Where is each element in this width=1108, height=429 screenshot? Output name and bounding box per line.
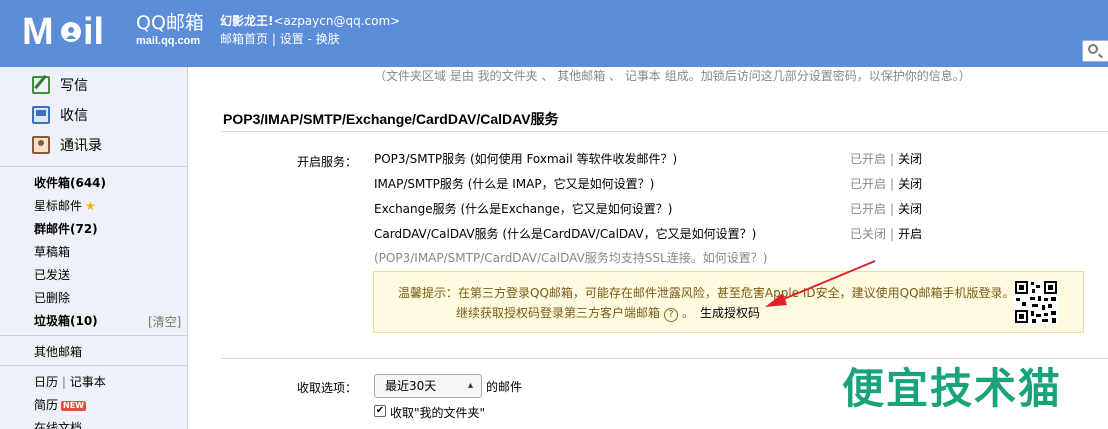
receive-my-folders-label: 收取"我的文件夹": [390, 406, 486, 420]
calendar-notes-row: 日历 | 记事本: [34, 374, 106, 390]
divider: -: [307, 32, 316, 46]
service-status: 已关闭: [850, 227, 887, 241]
qq-mail-logo[interactable]: M il: [22, 10, 132, 53]
divider: [221, 131, 1108, 132]
security-warning: 温馨提示：在第三方登录QQ邮箱，可能存在邮件泄露风险，甚至危害Apple ID安…: [373, 271, 1084, 333]
divider: |: [890, 202, 895, 216]
service-status: 已开启: [850, 152, 887, 166]
settings-main: （文件夹区域 是由 我的文件夹 、 其他邮箱 、 记事本 组成。加锁后访问这几部…: [189, 67, 1108, 429]
receive-suffix: 的邮件: [486, 380, 523, 394]
warning-text: 温馨提示：在第三方登录QQ邮箱，可能存在邮件泄露风险，甚至危害Apple ID安…: [398, 286, 1015, 300]
compose-icon: [32, 76, 50, 94]
close-exchange-button[interactable]: 关闭: [898, 202, 922, 216]
link-skin[interactable]: 换肤: [316, 32, 340, 46]
compose-label: 写信: [60, 78, 88, 94]
receive-label: 收信: [60, 108, 88, 124]
star-icon: ★: [85, 199, 96, 213]
brand: QQ邮箱 mail.qq.com: [136, 12, 204, 48]
receive-my-folders-checkbox[interactable]: ✔: [374, 405, 386, 417]
service-pop3[interactable]: POP3/SMTP服务 (如何使用 Foxmail 等软件收发邮件？): [374, 150, 677, 167]
compose-button[interactable]: 写信: [32, 73, 88, 97]
folder-deleted[interactable]: 已删除: [34, 290, 70, 306]
notes-link[interactable]: 记事本: [70, 375, 106, 389]
folder-lock-note: （文件夹区域 是由 我的文件夹 、 其他邮箱 、 记事本 组成。加锁后访问这几部…: [374, 69, 971, 83]
receive-range-value: 最近30天: [385, 379, 437, 393]
brand-name: QQ邮箱: [136, 12, 204, 34]
divider: |: [271, 32, 280, 46]
user-info: 幻影龙王!<azpaycn@qq.com> 邮箱首页 | 设置 - 换肤: [220, 12, 400, 48]
folder-starred[interactable]: 星标邮件 ★: [34, 198, 96, 214]
svg-text:M: M: [22, 11, 54, 50]
warning-action-row: 继续获取授权码登录第三方客户端邮箱?。生成授权码: [456, 306, 761, 322]
receive-option-label: 收取选项：: [297, 381, 358, 395]
service-imap[interactable]: IMAP/SMTP服务 (什么是 IMAP，它又是如何设置？): [374, 175, 654, 192]
folder-starred-label: 星标邮件: [34, 199, 83, 213]
new-badge: NEW: [61, 400, 86, 411]
receive-button[interactable]: 收信: [32, 103, 88, 127]
brand-domain: mail.qq.com: [136, 35, 201, 47]
folder-sent[interactable]: 已发送: [34, 267, 70, 283]
folder-inbox[interactable]: 收件箱(644): [34, 175, 106, 191]
divider: |: [61, 375, 70, 389]
calendar-link[interactable]: 日历: [34, 375, 58, 389]
receive-range-select[interactable]: 最近30天 ▴: [374, 374, 482, 398]
service-carddav[interactable]: CardDAV/CalDAV服务 (什么是CardDAV/CalDAV，它又是如…: [374, 225, 756, 242]
folder-group[interactable]: 群邮件(72): [34, 221, 98, 237]
service-exchange-status: 已开启 | 关闭: [850, 200, 922, 217]
qr-code-icon: [1014, 280, 1058, 324]
search-box[interactable]: [1082, 40, 1108, 62]
resume-link[interactable]: 简历 NEW: [34, 397, 86, 413]
search-icon[interactable]: [1088, 44, 1098, 54]
select-arrows-icon: ▴: [467, 380, 473, 391]
receive-icon: [32, 106, 50, 124]
service-status: 已开启: [850, 177, 887, 191]
folder-spam[interactable]: 垃圾箱(10): [34, 313, 98, 329]
divider: |: [890, 227, 895, 241]
watermark: 便宜技术猫: [842, 364, 1063, 413]
user-email: <azpaycn@qq.com>: [273, 14, 401, 28]
contacts-icon: [32, 136, 50, 154]
divider: [0, 335, 187, 336]
service-pop3-status: 已开启 | 关闭: [850, 150, 922, 167]
link-mail-home[interactable]: 邮箱首页: [220, 32, 268, 46]
service-carddav-status: 已关闭 | 开启: [850, 225, 922, 242]
close-imap-button[interactable]: 关闭: [898, 177, 922, 191]
section-title: POP3/IMAP/SMTP/Exchange/CardDAV/CalDAV服务: [223, 111, 559, 127]
divider: |: [890, 152, 895, 166]
close-pop3-button[interactable]: 关闭: [898, 152, 922, 166]
open-service-label: 开启服务：: [297, 155, 358, 169]
top-header: M il QQ邮箱 mail.qq.com 幻影龙王!<azpaycn@qq.c…: [0, 0, 1108, 67]
service-exchange[interactable]: Exchange服务 (什么是Exchange，它又是如何设置？): [374, 200, 672, 217]
open-carddav-button[interactable]: 开启: [898, 227, 922, 241]
contacts-button[interactable]: 通讯录: [32, 133, 102, 157]
red-arrow-icon: [765, 260, 876, 307]
service-status: 已开启: [850, 202, 887, 216]
divider: [0, 365, 187, 366]
help-icon[interactable]: ?: [664, 308, 679, 322]
clean-spam-button[interactable]: [清空]: [148, 313, 181, 330]
link-settings[interactable]: 设置: [280, 32, 304, 46]
warning-continue-text: 继续获取授权码登录第三方客户端邮箱: [456, 306, 661, 320]
sidebar: 写信 收信 通讯录 收件箱(644) 星标邮件 ★ 群邮件(72) 草稿箱 已发送…: [0, 67, 188, 429]
online-docs-link[interactable]: 在线文档: [34, 420, 82, 429]
user-name: 幻影龙王!: [220, 14, 274, 28]
divider: |: [890, 177, 895, 191]
divider: [0, 166, 187, 167]
folder-drafts[interactable]: 草稿箱: [34, 244, 70, 260]
svg-text:il: il: [83, 11, 104, 50]
contacts-label: 通讯录: [60, 138, 102, 154]
resume-label: 简历: [34, 398, 59, 412]
service-imap-status: 已开启 | 关闭: [850, 175, 922, 192]
other-mailbox[interactable]: 其他邮箱: [34, 344, 82, 360]
ssl-note[interactable]: (POP3/IMAP/SMTP/CardDAV/CalDAV服务均支持SSL连接…: [374, 249, 767, 266]
